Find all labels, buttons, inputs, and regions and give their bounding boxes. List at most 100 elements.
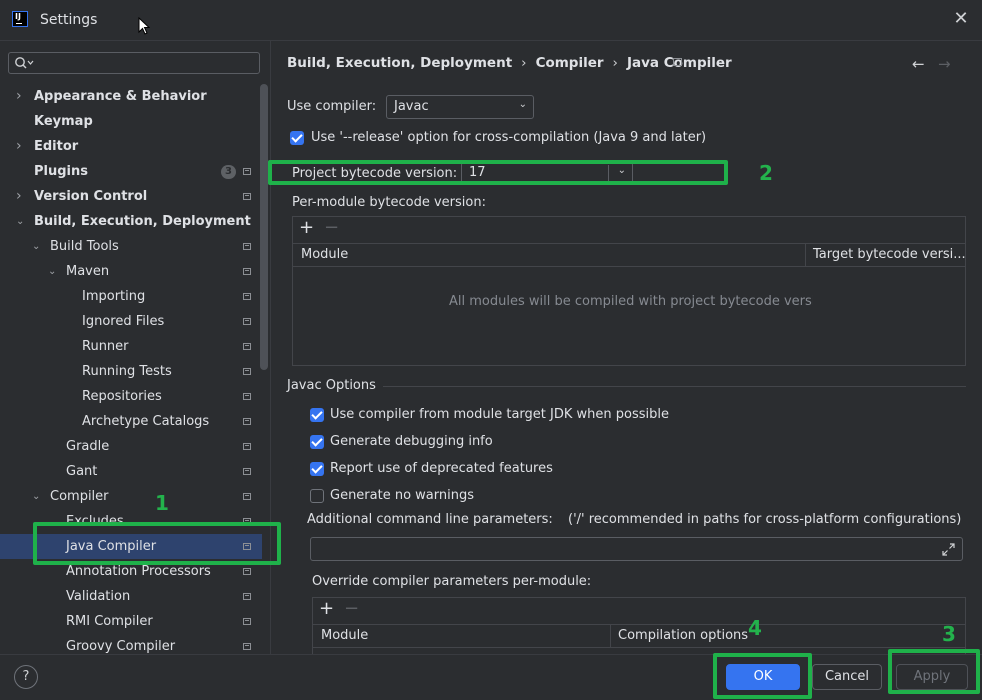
search-icon	[15, 57, 34, 69]
project-settings-icon	[243, 643, 251, 650]
tree-item[interactable]: Keymap	[0, 109, 262, 134]
additional-params-hint: ('/' recommended in paths for cross-plat…	[568, 512, 962, 527]
tree-item[interactable]: Groovy Compiler	[0, 634, 262, 654]
title-bar: IJ Settings ✕	[0, 0, 982, 40]
annotation-box-apply	[888, 649, 980, 694]
mouse-cursor-icon	[138, 17, 150, 35]
additional-params-label: Additional command line parameters:	[307, 512, 553, 527]
window-title: Settings	[40, 12, 98, 28]
chevron-right-icon[interactable]: ›	[16, 84, 28, 109]
tree-item-label: Importing	[82, 289, 146, 304]
tree-item[interactable]: Archetype Catalogs	[0, 409, 262, 434]
tree-item-label: RMI Compiler	[66, 614, 153, 629]
additional-params-input[interactable]	[310, 537, 963, 561]
remove-icon[interactable]: −	[344, 598, 359, 619]
release-option-checkbox[interactable]	[290, 131, 304, 145]
tree-item[interactable]: ⌄ Compiler	[0, 484, 262, 509]
use-compiler-value: Javac	[394, 99, 429, 114]
tree-item-label: Repositories	[82, 389, 162, 404]
add-icon[interactable]: +	[299, 217, 314, 238]
project-settings-icon	[243, 443, 251, 450]
tree-item-label: Runner	[82, 339, 129, 354]
project-settings-icon	[243, 343, 251, 350]
settings-search-input[interactable]	[8, 52, 260, 74]
use-compiler-label: Use compiler:	[287, 99, 377, 114]
tree-item-label: Editor	[34, 139, 79, 154]
breadcrumb-item[interactable]: Compiler	[536, 55, 604, 71]
column-header-module[interactable]: Module	[321, 628, 368, 643]
tree-item[interactable]: Gant	[0, 459, 262, 484]
close-window-button[interactable]: ✕	[950, 8, 972, 30]
use-compiler-dropdown[interactable]: Javac ⌄	[386, 95, 534, 119]
chevron-down-icon[interactable]: ⌄	[32, 234, 44, 259]
tree-item[interactable]: Gradle	[0, 434, 262, 459]
tree-item[interactable]: Importing	[0, 284, 262, 309]
tree-item[interactable]: › Appearance & Behavior	[0, 84, 262, 109]
chevron-down-icon: ⌄	[518, 99, 527, 110]
cancel-button[interactable]: Cancel	[812, 664, 882, 690]
target-jdk-checkbox[interactable]	[310, 408, 324, 422]
column-header-compilation-options[interactable]: Compilation options	[618, 628, 748, 643]
tree-item[interactable]: ⌄ Build Tools	[0, 234, 262, 259]
column-divider[interactable]	[805, 244, 806, 266]
tree-item[interactable]: Plugins 3	[0, 159, 262, 184]
per-module-table: + − Module Target bytecode versi... All …	[292, 216, 966, 366]
app-logo-icon: IJ	[12, 11, 28, 27]
debugging-info-checkbox[interactable]	[310, 435, 324, 449]
tree-item[interactable]: Validation	[0, 584, 262, 609]
project-settings-icon	[243, 418, 251, 425]
target-jdk-label: Use compiler from module target JDK when…	[330, 407, 669, 422]
column-divider[interactable]	[610, 625, 611, 647]
column-header-target-bytecode[interactable]: Target bytecode versi...	[813, 247, 966, 262]
annotation-number: 1	[155, 491, 169, 515]
deprecated-features-checkbox[interactable]	[310, 462, 324, 476]
column-header-module[interactable]: Module	[301, 247, 348, 262]
tree-item[interactable]: ⌄ Build, Execution, Deployment	[0, 209, 262, 234]
release-option-label: Use '--release' option for cross-compila…	[311, 130, 707, 145]
chevron-down-icon[interactable]: ⌄	[32, 484, 44, 509]
tree-item[interactable]: ⌄ Maven	[0, 259, 262, 284]
chevron-right-icon[interactable]: ›	[16, 134, 28, 159]
update-count-badge: 3	[221, 165, 236, 179]
project-settings-icon	[243, 468, 251, 475]
tree-item-label: Groovy Compiler	[66, 639, 176, 654]
settings-tree: › Appearance & Behavior Keymap › Editor Plugi…	[0, 84, 270, 654]
chevron-down-icon[interactable]: ⌄	[16, 209, 28, 234]
project-settings-icon	[243, 318, 251, 325]
annotation-box-java-compiler	[33, 522, 281, 565]
tree-item-label: Archetype Catalogs	[82, 414, 210, 429]
tree-item-label: Validation	[66, 589, 131, 604]
tree-item[interactable]: RMI Compiler	[0, 609, 262, 634]
project-settings-icon	[243, 268, 251, 275]
tree-item-label: Build Tools	[50, 239, 119, 254]
tree-item[interactable]: Runner	[0, 334, 262, 359]
tree-item-label: Maven	[66, 264, 110, 279]
tree-item[interactable]: Running Tests	[0, 359, 262, 384]
tree-item[interactable]: Repositories	[0, 384, 262, 409]
tree-item[interactable]: Ignored Files	[0, 309, 262, 334]
empty-table-text: All modules will be compiled with projec…	[449, 294, 813, 309]
help-button[interactable]: ?	[14, 665, 38, 689]
remove-icon[interactable]: −	[324, 217, 339, 238]
table-header: Module Target bytecode versi...	[293, 243, 966, 267]
expand-icon[interactable]	[942, 543, 955, 556]
tree-item[interactable]: › Editor	[0, 134, 262, 159]
breadcrumb-item[interactable]: Build, Execution, Deployment	[287, 55, 512, 71]
table-toolbar: + −	[313, 598, 965, 624]
tree-item-label: Keymap	[34, 114, 93, 129]
title-divider	[0, 40, 982, 41]
tree-scrollbar[interactable]	[260, 84, 268, 370]
chevron-down-icon[interactable]: ⌄	[48, 259, 60, 284]
chevron-right-icon[interactable]: ›	[16, 184, 28, 209]
forward-arrow-icon[interactable]: →	[938, 55, 951, 73]
back-arrow-icon[interactable]: ←	[912, 55, 925, 73]
project-settings-icon	[243, 568, 251, 575]
tree-item-label: Version Control	[34, 189, 148, 204]
project-settings-icon	[243, 368, 251, 375]
no-warnings-checkbox[interactable]	[310, 489, 324, 503]
tree-item[interactable]: › Version Control	[0, 184, 262, 209]
table-header: Module Compilation options	[313, 624, 965, 648]
override-table: + − Module Compilation options	[312, 597, 966, 654]
table-toolbar: + −	[293, 217, 965, 243]
add-icon[interactable]: +	[319, 598, 334, 619]
